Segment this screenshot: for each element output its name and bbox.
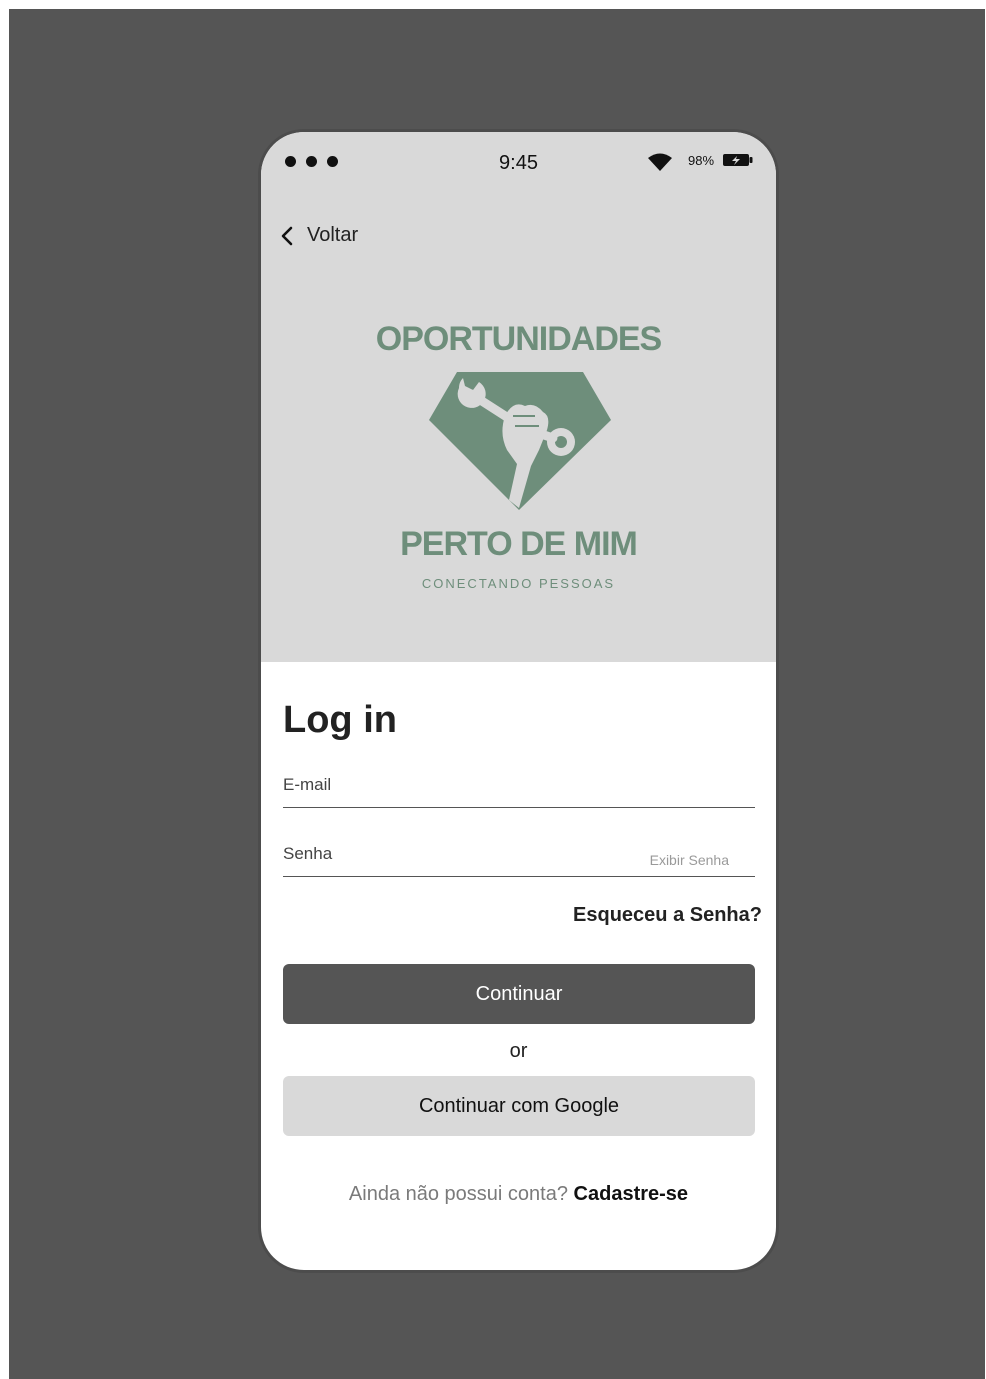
status-bar: 9:45 98% [261,132,776,192]
background-canvas: 9:45 98% Voltar OPORTUNIDADES PERTO DE M… [9,9,985,1379]
app-logo: OPORTUNIDADES PERTO DE MIM CONECTANDO PE… [261,320,776,600]
password-field: Exibir Senha [283,834,755,877]
signup-link[interactable]: Cadastre-se [574,1183,689,1205]
signup-prompt: Ainda não possui conta? Cadastre-se [261,1183,776,1206]
hand-wrench-gem-icon [429,372,611,510]
battery-percent: 98% [688,153,715,168]
phone-frame: 9:45 98% Voltar OPORTUNIDADES PERTO DE M… [258,129,779,1273]
header-panel: 9:45 98% Voltar OPORTUNIDADES PERTO DE M… [261,132,776,662]
phone-screen: 9:45 98% Voltar OPORTUNIDADES PERTO DE M… [261,132,776,1270]
google-login-button[interactable]: Continuar com Google [283,1076,755,1136]
back-label: Voltar [307,224,359,246]
logo-tagline: CONECTANDO PESSOAS [421,576,616,591]
chevron-left-icon [281,226,293,245]
show-password-toggle[interactable]: Exibir Senha [650,852,729,868]
battery-charging-icon [723,154,753,166]
continue-button[interactable]: Continuar [283,964,755,1024]
email-field [283,765,755,808]
back-button[interactable]: Voltar [281,224,358,247]
logo-bottom-text: PERTO DE MIM [400,525,638,563]
logo-top-text: OPORTUNIDADES [375,320,662,358]
signup-question: Ainda não possui conta? [348,1183,568,1205]
or-divider-label: or [509,1040,528,1062]
wifi-icon [648,153,672,171]
forgot-password-link[interactable]: Esqueceu a Senha? [573,904,762,927]
page-title: Log in [283,699,397,741]
password-input[interactable] [283,840,623,868]
email-input[interactable] [283,771,623,799]
